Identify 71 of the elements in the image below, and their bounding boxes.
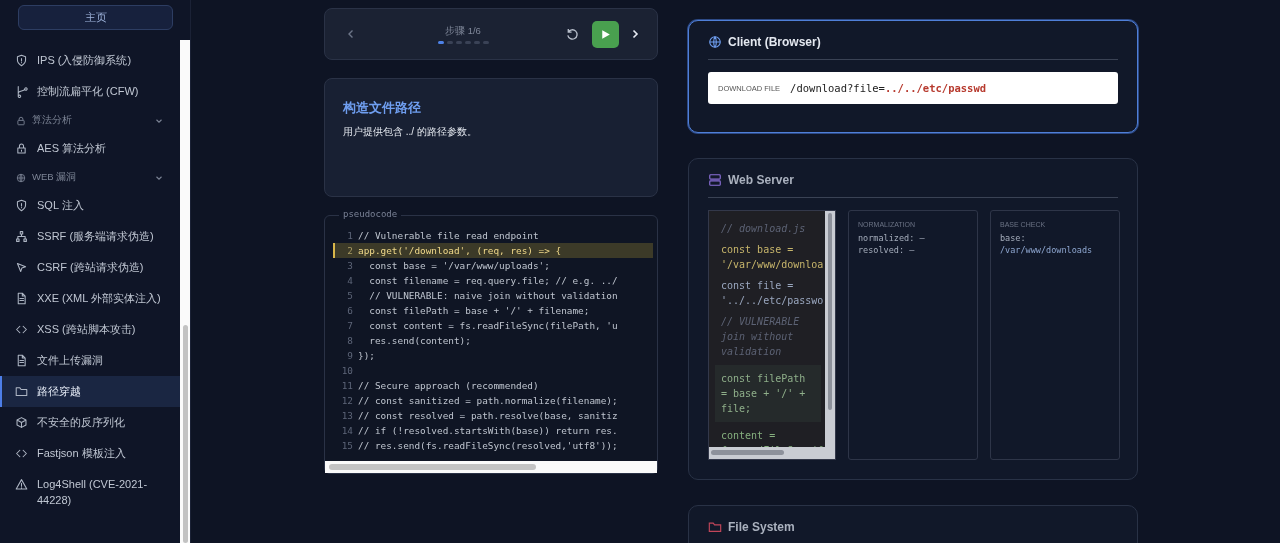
globe-icon: [708, 35, 722, 49]
scrollbar-thumb[interactable]: [828, 213, 832, 411]
code-line: 13 // const resolved = path.resolve(base, sanitiz: [340, 409, 619, 423]
code-line: 7 const content = fs.readFileSync(filePath, 'u: [346, 319, 619, 333]
pseudocode-legend: pseudocode: [339, 209, 402, 219]
sidebar-item[interactable]: 不安全的反序列化: [0, 407, 180, 438]
code-snippet: const file = '../../etc/passwo: [721, 279, 821, 308]
scrollbar-thumb[interactable]: [182, 325, 188, 543]
warning-icon: [15, 478, 28, 491]
network-icon: [15, 230, 28, 243]
cursor-icon: [15, 261, 28, 274]
card-title: Client (Browser): [728, 35, 821, 49]
shield-icon: [15, 199, 28, 212]
code-line: 6 const filePath = base + '/' + filename;: [346, 304, 591, 318]
code-icon: [15, 323, 28, 336]
code-snippet: const base = '/var/www/downloa: [721, 243, 821, 272]
code-line: 10: [340, 364, 354, 378]
step-title: 构造文件路径: [343, 99, 422, 117]
shield-icon: [15, 54, 28, 67]
code-snippet: // VULNERABLE join without validation: [721, 315, 801, 359]
step-description: 用户提供包含 ../ 的路径参数。: [343, 125, 478, 139]
code-snippet: // download.js: [721, 222, 807, 236]
panel-text: base:: [1000, 232, 1027, 244]
sidebar-section-header[interactable]: WEB 漏洞: [0, 164, 180, 190]
card-title: File System: [728, 520, 795, 534]
play-icon: [599, 27, 612, 41]
file-icon: [15, 354, 28, 367]
file-icon: [15, 292, 28, 305]
panel-text: normalized: —: [858, 232, 926, 244]
code-line: 5 // VULNERABLE: naive join without validation: [346, 289, 619, 303]
card-title: Web Server: [728, 173, 794, 187]
panel-text: resolved: —: [858, 244, 916, 256]
sidebar-item[interactable]: Fastjson 模板注入: [0, 438, 180, 469]
sidebar-item[interactable]: IPS (入侵防御系统): [0, 45, 180, 76]
step-counter: 步骤 1/6: [445, 24, 481, 38]
code-line: 8 res.send(content);: [346, 334, 472, 348]
home-button[interactable]: 主页: [18, 5, 173, 30]
sidebar-item[interactable]: CSRF (跨站请求伪造): [0, 252, 180, 283]
sidebar-item[interactable]: AES 算法分析: [0, 133, 180, 164]
code-line: 11 // Secure approach (recommended): [340, 379, 540, 393]
sidebar-item[interactable]: SQL 注入: [0, 190, 180, 221]
sidebar-item[interactable]: 控制流扁平化 (CFW): [0, 76, 180, 107]
code-line: 12 // const sanitized = path.normalize(filename);: [340, 394, 619, 408]
lock-icon: [16, 115, 26, 126]
branch-icon: [15, 85, 28, 98]
scrollbar-thumb[interactable]: [711, 450, 785, 455]
lock-icon: [15, 142, 28, 155]
sidebar-item[interactable]: XSS (跨站脚本攻击): [0, 314, 180, 345]
code-snippet: const filePath = base + '/' + file;: [715, 365, 821, 422]
code-line: 9 });: [346, 349, 376, 363]
sidebar-section-header[interactable]: 算法分析: [0, 107, 180, 133]
scrollbar-thumb[interactable]: [329, 464, 537, 470]
box-icon: [15, 416, 28, 429]
folder-icon: [15, 385, 28, 398]
code-line: 15 // res.send(fs.readFileSync(resolved,'utf8'));: [340, 439, 619, 453]
sidebar-item[interactable]: SSRF (服务端请求伪造): [0, 221, 180, 252]
server-icon: [708, 173, 722, 187]
play-button[interactable]: [592, 20, 619, 48]
sidebar-item[interactable]: Log4Shell (CVE-2021-44228): [0, 469, 180, 515]
sidebar-item[interactable]: 路径穿越: [0, 376, 180, 407]
reset-icon[interactable]: [565, 26, 580, 42]
code-line: 1 // Vulnerable file read endpoint: [346, 229, 540, 243]
code-line: 3 const base = '/var/www/uploads';: [346, 259, 551, 273]
sidebar-item[interactable]: 文件上传漏洞: [0, 345, 180, 376]
panel-text: /var/www/downloads: [1000, 244, 1094, 256]
folder-icon: [708, 520, 722, 534]
code-line: 4 const filename = req.query.file; // e.g. ../: [346, 274, 619, 288]
code-icon: [15, 447, 28, 460]
globe-icon: [16, 172, 26, 183]
sidebar-item[interactable]: XXE (XML 外部实体注入): [0, 283, 180, 314]
code-line: 14 // if (!resolved.startsWith(base)) return res.: [340, 424, 619, 438]
